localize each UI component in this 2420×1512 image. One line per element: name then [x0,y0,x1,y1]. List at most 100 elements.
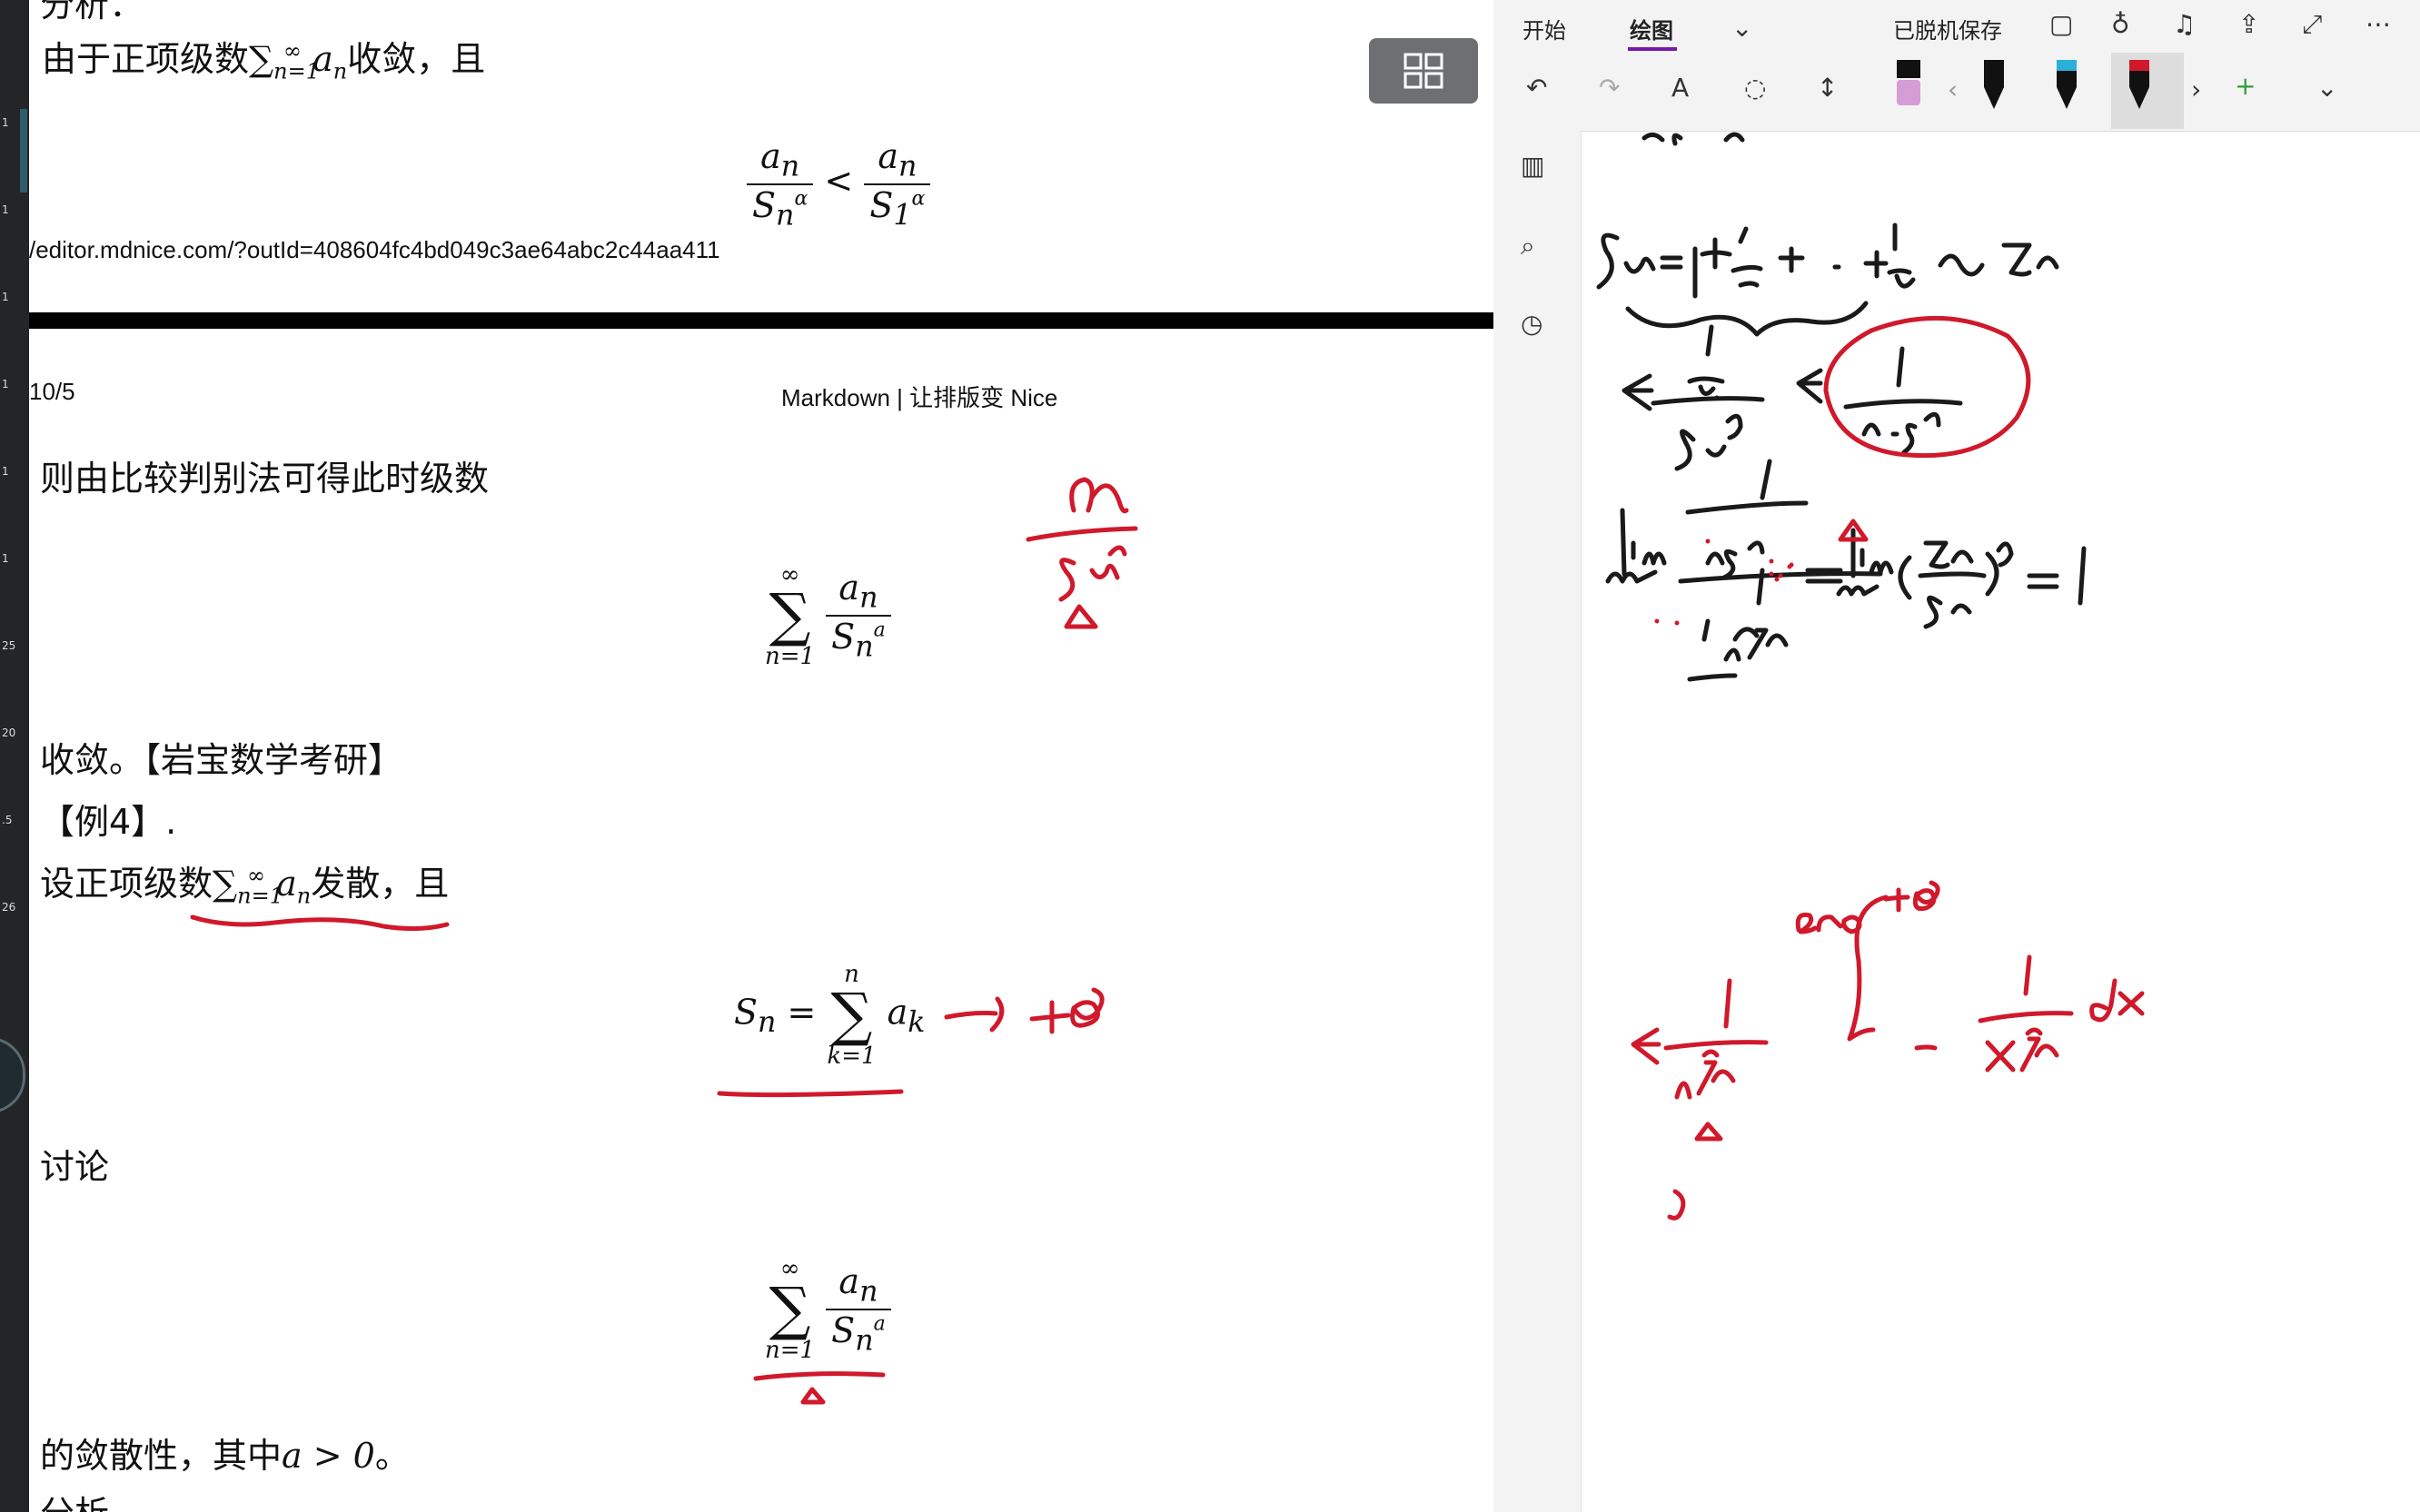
undo-icon[interactable]: ↶ [1526,73,1547,103]
ink-arrow [944,996,1005,1033]
more-icon[interactable]: ⋯ [2365,9,2391,39]
ink-n-sn2 [1861,411,1941,455]
expand-icon[interactable]: ⤢ [2302,9,2322,40]
ink-sn2 [1058,545,1127,602]
ink-1-plus [1692,237,1732,299]
add-space-icon[interactable]: ↕ [1817,73,1838,103]
ink-numerator [1687,324,1725,396]
search-icon[interactable]: ⌕ [1521,231,1535,262]
ink-equals-2 [1805,568,1843,584]
share-icon[interactable]: ⇪ [2238,9,2259,39]
clock-icon[interactable]: ◷ [1521,309,1542,339]
notebook-icon[interactable]: ▢ [2049,9,2073,39]
page-url-footer: /editor.mdnice.com/?outId=408604fc4bd049… [29,236,720,263]
page-header-title: Markdown | 让排版变 Nice [781,384,1058,411]
strip-expand-button[interactable] [0,1037,25,1113]
doc-text: 设正项级数 [40,864,213,904]
ink-n-sn2-b [1705,540,1765,580]
bell-icon[interactable]: ♫ [2173,9,2196,39]
ink-paren-open [1898,555,1912,600]
redo-icon[interactable]: ↷ [1599,73,1620,103]
strip-number: .5 [2,814,13,826]
ink-underline-2 [717,1089,904,1098]
doc-line-series-diverge: 设正项级数∑n=1∞ an发散，且 [40,855,449,909]
math-series-sum-2: ∞ ∑ n=1 an Sna [765,1257,891,1362]
ink-fraction-bar [1026,526,1138,542]
blue-pen-icon[interactable] [2051,56,2082,111]
chevron-left-icon[interactable]: ‹ [1948,74,1958,104]
handwriting-canvas [1596,132,2145,1220]
doc-line-analysis: 分析 [40,1486,109,1512]
save-status: 已脱机保存 [1893,18,2002,44]
tab-draw[interactable]: 绘图 [1630,13,1673,44]
ink-ln-n-2 [1923,540,1974,569]
strip-number: 1 [2,465,9,478]
ink-sigma-red [1631,1027,1661,1065]
ink-paren-close [1985,541,2014,597]
ink-plus-inf-red [1883,880,1940,913]
strip-number: 1 [2,203,9,216]
ink-plus-infinity [1029,987,1105,1034]
doc-text: 由于正项级数 [42,39,250,79]
document-pane: 分析： 由于正项级数∑n=1∞ an收敛，且 an Snα < an S1α /ed… [29,0,1493,1512]
doc-line-series-converge: 由于正项级数∑n=1∞ an收敛，且 [42,31,485,84]
strip-number: 1 [2,116,9,129]
strip-number: 1 [2,378,9,390]
ink-sigma-2 [1796,368,1823,404]
math-sum-inline: ∑n=1∞ an [249,38,348,84]
doc-text: 。 [374,1436,410,1476]
ink-underline-1 [190,914,450,932]
ink-sn2 [1674,413,1743,471]
ink-underline-3 [753,1371,886,1381]
ink-dx [2089,978,2145,1023]
ink-one [1896,346,1905,388]
onenote-toolbar: 开始 绘图 ⌄ 已脱机保存 ▢ ♁ ♫ ⇪ ⤢ ⋯ ↶ ↷ A ◌ ↕ ‹ › … [1493,0,2420,132]
lasso-select-icon[interactable]: ◌ [1744,73,1766,103]
strip-number: 25 [2,639,16,652]
math-fraction: an Sna [826,568,891,664]
ink-lower-limit [1914,1044,1938,1051]
highlighter-pen-icon[interactable] [1893,56,1924,111]
ink-bar-red [1663,1040,1769,1051]
doc-line-discuss: 讨论 [40,1147,110,1187]
red-ink [1631,315,2145,1220]
ink-plus [1778,246,1805,273]
strip-number: 1 [2,291,9,303]
doc-text: 收敛，且 [347,39,486,79]
add-pen-icon[interactable]: + [2235,71,2256,101]
ink-n-ln-n [1723,628,1789,662]
ink-half [1731,226,1763,288]
doc-line-comparison: 则由比较判别法可得此时级数 [40,459,490,499]
ink-delta [1838,519,1869,542]
left-page-strip: 1 1 1 1 1 1 25 20 .5 26 [0,0,29,1512]
notebooks-icon[interactable]: ▥ [1521,151,1544,181]
ink-equals [1660,255,1683,270]
math-sum-inline: ∑n=1∞ an [213,863,312,909]
ink-fraction-bar [1651,396,1765,406]
black-ink [1596,132,2087,682]
ink-to-text-icon[interactable]: A [1671,73,1689,103]
chevron-right-icon[interactable]: › [2191,74,2201,104]
math-fraction: an S1α [864,136,931,232]
math-fraction: an Sna [826,1261,891,1358]
ink-one-red-2 [2023,954,2032,996]
ink-a-gt-0 [1795,912,1862,934]
ink-bar-3 [1918,571,1987,578]
strip-number: 1 [2,552,9,565]
ink-lim-2 [1836,528,1894,597]
tab-home[interactable]: 开始 [1522,13,1566,44]
ink-lim [1605,508,1667,584]
ink-brace [1625,301,1869,337]
ink-1-over-n [1863,222,1916,289]
chevron-down-icon[interactable]: ⌄ [1731,13,1752,43]
black-pen-icon[interactable] [1979,56,2009,111]
doc-text: 的敛散性，其中 [40,1436,283,1476]
grid-view-button[interactable] [1369,38,1478,104]
ink-bars [1678,500,1883,584]
chevron-down-icon[interactable]: ⌄ [2316,73,2337,103]
red-pen-icon[interactable] [2124,56,2155,111]
ink-equals-one [2027,546,2087,606]
onenote-pane: 开始 绘图 ⌄ 已脱机保存 ▢ ♁ ♫ ⇪ ⤢ ⋯ ↶ ↷ A ◌ ↕ ‹ › … [1493,0,2420,1512]
grid-icon [1403,53,1443,89]
lightbulb-icon[interactable]: ♁ [2111,9,2130,39]
